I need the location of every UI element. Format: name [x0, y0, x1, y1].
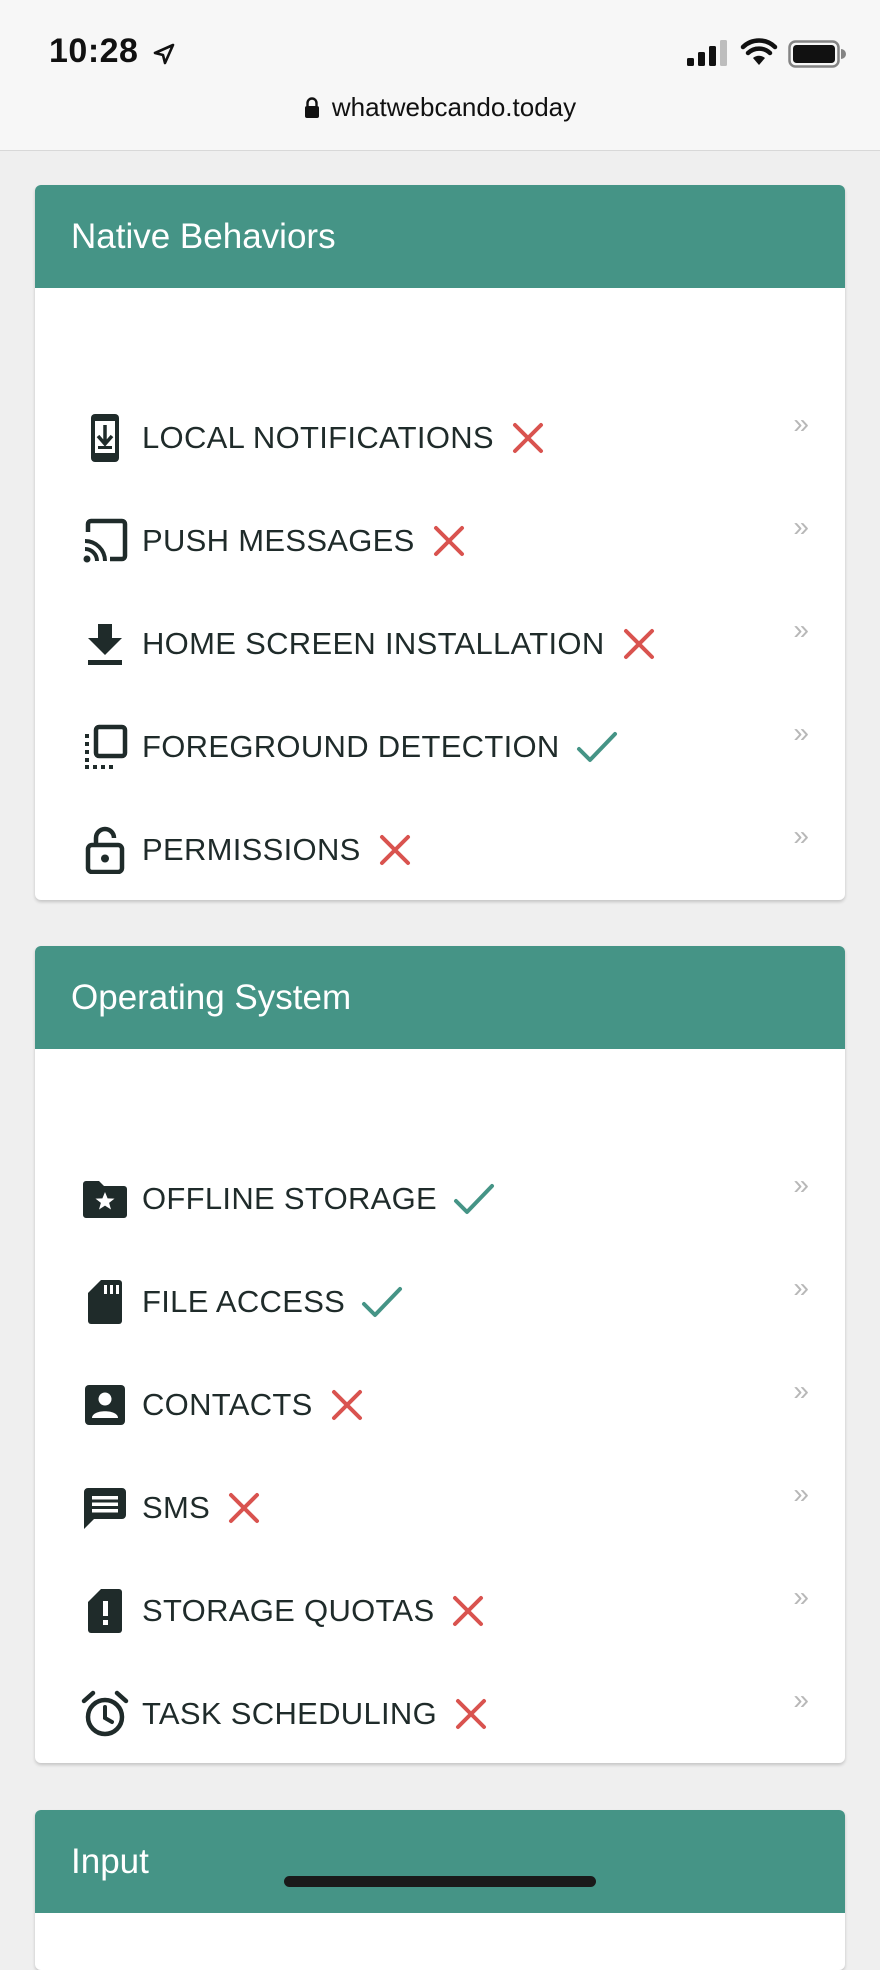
chevron-right-icon: »	[793, 1684, 809, 1715]
chevron-right-icon: »	[793, 1478, 809, 1509]
feature-item-local-notifications[interactable]: LOCAL NOTIFICATIONS »	[80, 408, 809, 468]
check-icon	[453, 1182, 495, 1216]
cross-icon	[621, 626, 657, 662]
home-indicator[interactable]	[284, 1876, 596, 1887]
feature-item-file-access[interactable]: FILE ACCESS »	[80, 1272, 809, 1332]
clock: 10:28	[49, 32, 139, 70]
battery-icon	[788, 40, 846, 68]
feature-label: FILE ACCESS	[142, 1284, 346, 1319]
check-icon	[361, 1285, 403, 1319]
chevron-right-icon: »	[793, 1581, 809, 1612]
cross-icon	[226, 1490, 262, 1526]
feature-item-foreground-detection[interactable]: FOREGROUND DETECTION »	[80, 717, 809, 777]
feature-item-contacts[interactable]: CONTACTS »	[80, 1375, 809, 1435]
download-icon	[80, 619, 130, 669]
chevron-right-icon: »	[793, 1375, 809, 1406]
feature-label: CONTACTS	[142, 1387, 313, 1422]
sd-card-icon	[80, 1277, 130, 1327]
chevron-right-icon: »	[793, 408, 809, 439]
folder-star-icon	[80, 1174, 130, 1224]
chevron-right-icon: »	[793, 511, 809, 542]
select-all-icon	[80, 722, 130, 772]
section-header: Input	[35, 1810, 845, 1913]
feature-label: PUSH MESSAGES	[142, 523, 415, 558]
feature-label: LOCAL NOTIFICATIONS	[142, 420, 494, 455]
alarm-icon	[80, 1689, 130, 1739]
feature-label: HOME SCREEN INSTALLATION	[142, 626, 605, 661]
sim-alert-icon	[80, 1586, 130, 1636]
cast-icon	[80, 516, 130, 566]
feature-item-task-scheduling[interactable]: TASK SCHEDULING »	[80, 1684, 809, 1744]
section-card-native-behaviors: Native Behaviors LOCAL NOTIFICATIONS » P…	[35, 185, 845, 900]
chevron-right-icon: »	[793, 717, 809, 748]
phone-download-icon	[80, 413, 130, 463]
feature-item-storage-quotas[interactable]: STORAGE QUOTAS »	[80, 1581, 809, 1641]
chevron-right-icon: »	[793, 614, 809, 645]
section-card-operating-system: Operating System OFFLINE STORAGE » FILE …	[35, 946, 845, 1763]
wifi-icon	[740, 38, 778, 65]
chevron-right-icon: »	[793, 820, 809, 851]
feature-label: SMS	[142, 1490, 211, 1525]
cross-icon	[377, 832, 413, 868]
feature-label: FOREGROUND DETECTION	[142, 729, 560, 764]
cross-icon	[431, 523, 467, 559]
feature-item-offline-storage[interactable]: OFFLINE STORAGE »	[80, 1169, 809, 1229]
chevron-right-icon: »	[793, 1272, 809, 1303]
location-arrow-icon	[153, 43, 175, 65]
section-header: Native Behaviors	[35, 185, 845, 288]
feature-item-push-messages[interactable]: PUSH MESSAGES »	[80, 511, 809, 571]
lock-open-icon	[80, 825, 130, 875]
lock-icon	[304, 97, 319, 118]
section-card-input: Input	[35, 1810, 845, 1970]
cross-icon	[450, 1593, 486, 1629]
feature-label: OFFLINE STORAGE	[142, 1181, 438, 1216]
feature-label: TASK SCHEDULING	[142, 1696, 438, 1731]
message-icon	[80, 1483, 130, 1533]
chevron-right-icon: »	[793, 1169, 809, 1200]
feature-label: STORAGE QUOTAS	[142, 1593, 435, 1628]
feature-item-sms[interactable]: SMS »	[80, 1478, 809, 1538]
section-header: Operating System	[35, 946, 845, 1049]
feature-item-permissions[interactable]: PERMISSIONS »	[80, 820, 809, 880]
contact-icon	[80, 1380, 130, 1430]
address-bar[interactable]: whatwebcando.today	[0, 92, 880, 123]
cross-icon	[329, 1387, 365, 1423]
url-text: whatwebcando.today	[331, 92, 577, 122]
feature-label: PERMISSIONS	[142, 832, 361, 867]
browser-status-bar: 10:28 whatwebcando.today	[0, 0, 880, 151]
cross-icon	[453, 1696, 489, 1732]
cellular-signal-icon	[687, 40, 727, 66]
check-icon	[576, 730, 618, 764]
feature-item-home-screen-installation[interactable]: HOME SCREEN INSTALLATION »	[80, 614, 809, 674]
cross-icon	[510, 420, 546, 456]
